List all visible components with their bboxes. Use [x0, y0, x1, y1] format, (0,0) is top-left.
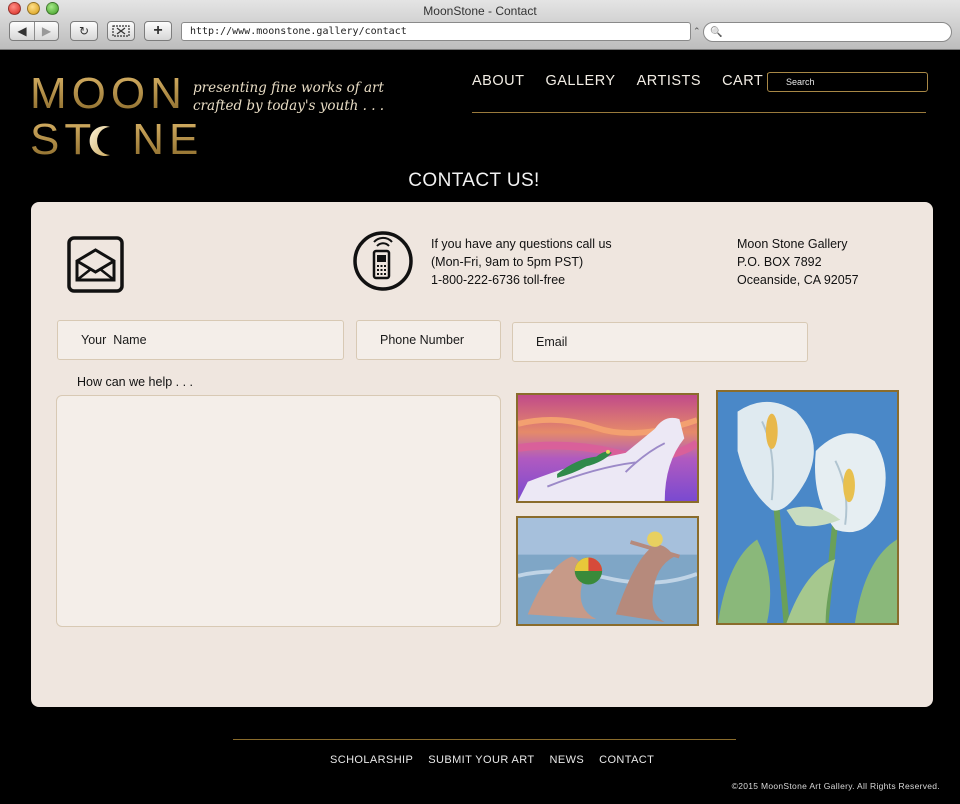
artwork-calla-lilies[interactable]	[716, 390, 899, 625]
page-title: CONTACT US!	[408, 170, 540, 191]
nav-gallery[interactable]: GALLERY	[545, 73, 615, 89]
url-dropdown-icon[interactable]: ⌃	[693, 26, 701, 37]
show-all-tabs-button[interactable]	[107, 21, 135, 41]
phone-contact-info: If you have any questions call us (Mon-F…	[431, 237, 612, 287]
browser-search-field[interactable]: 🔍	[703, 22, 952, 42]
url-text: http://www.moonstone.gallery/contact	[190, 26, 407, 37]
envelope-icon[interactable]	[67, 236, 124, 293]
message-textarea[interactable]	[56, 395, 501, 627]
message-label: How can we help . . .	[77, 375, 194, 389]
footer-divider	[233, 739, 736, 740]
footer-link-news[interactable]: NEWS	[550, 754, 585, 766]
footer-link-scholarship[interactable]: SCHOLARSHIP	[330, 754, 413, 766]
mobile-phone-icon	[353, 231, 413, 291]
reload-button[interactable]: ↻	[70, 21, 98, 41]
window-title: MoonStone - Contact	[423, 4, 537, 18]
search-icon: 🔍	[710, 26, 723, 38]
phone-number-input[interactable]	[356, 320, 501, 360]
crescent-moon-icon	[89, 126, 110, 156]
main-navigation: ABOUT GALLERY ARTISTS CART	[472, 72, 809, 90]
forward-button[interactable]: ▶	[34, 22, 58, 40]
name-input[interactable]	[57, 320, 344, 360]
back-button[interactable]: ◀	[10, 22, 34, 40]
site-search-input[interactable]	[767, 72, 928, 92]
mailing-address: Moon Stone Gallery P.O. BOX 7892 Oceansi…	[737, 237, 859, 287]
artwork-lizard-on-driftwood[interactable]	[516, 393, 699, 503]
footer-navigation: SCHOLARSHIP SUBMIT YOUR ART NEWS CONTACT	[330, 754, 669, 766]
site-tagline: presenting fine works of art crafted by …	[193, 80, 385, 114]
address-bar[interactable]: http://www.moonstone.gallery/contact	[181, 22, 691, 41]
logo-word-moon: MOON	[30, 69, 187, 118]
nav-divider	[472, 112, 926, 113]
back-forward-control: ◀ ▶	[9, 21, 59, 41]
phone-number-text: 1-800-222-6736 toll-free	[431, 273, 566, 287]
contact-panel: If you have any questions call us (Mon-F…	[31, 202, 933, 707]
moonstone-logo[interactable]: MOON ST NE	[30, 72, 190, 162]
email-input[interactable]	[512, 322, 808, 362]
tabs-icon	[112, 25, 130, 37]
footer-link-contact[interactable]: CONTACT	[599, 754, 654, 766]
footer-link-submit-your-art[interactable]: SUBMIT YOUR ART	[428, 754, 534, 766]
nav-artists[interactable]: ARTISTS	[637, 73, 701, 89]
new-tab-button[interactable]: +	[144, 21, 172, 41]
nav-about[interactable]: ABOUT	[472, 73, 524, 89]
copyright-notice: ©2015 MoonStone Art Gallery. All Rights …	[731, 781, 940, 791]
browser-toolbar: MoonStone - Contact ◀ ▶ ↻ + http://www.m…	[0, 0, 960, 50]
artwork-beach-ball-game[interactable]	[516, 516, 699, 626]
